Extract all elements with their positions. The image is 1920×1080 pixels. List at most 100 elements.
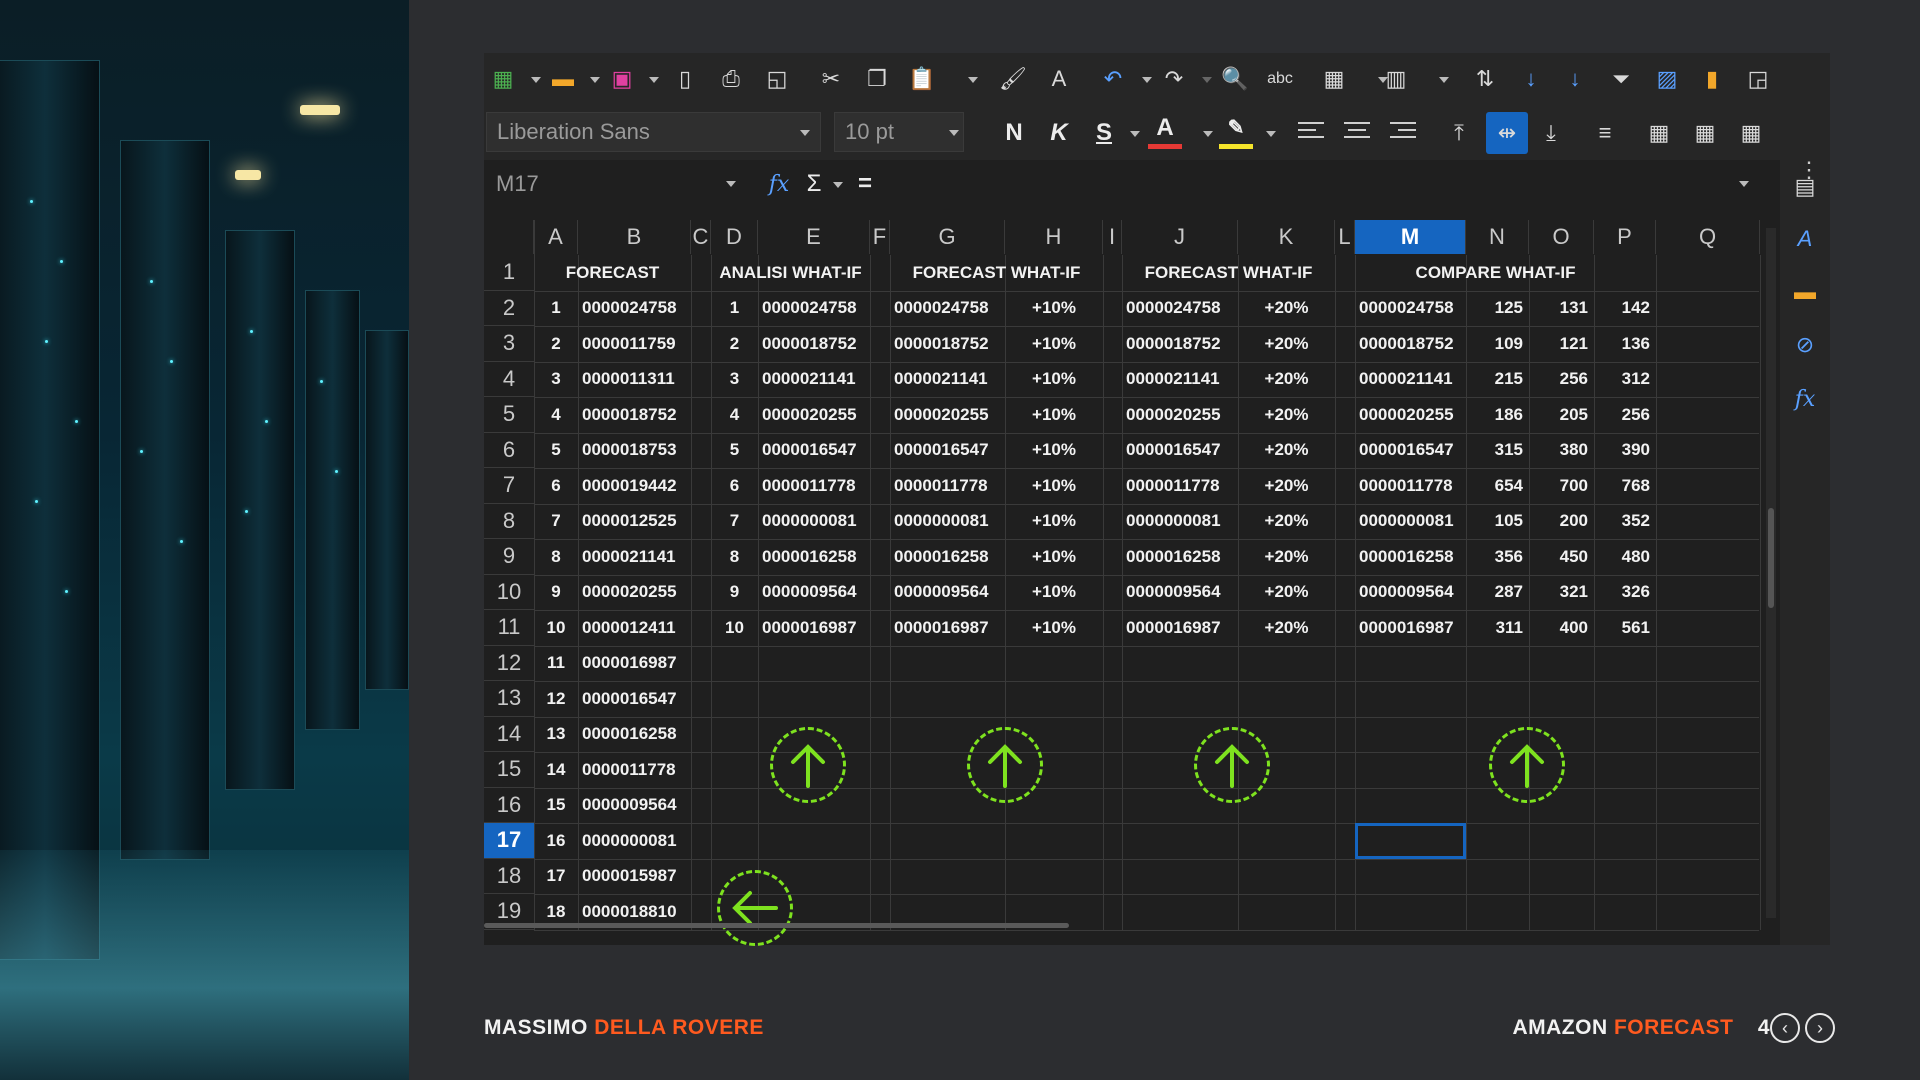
name-box-dropdown-icon[interactable]: [726, 181, 736, 187]
align-right-icon[interactable]: [1390, 122, 1416, 144]
cell-n11[interactable]: 311: [1466, 610, 1529, 646]
sort-descending-icon[interactable]: ↓: [1558, 62, 1592, 96]
cell-a5[interactable]: 4: [534, 397, 578, 433]
spreadsheet-grid[interactable]: A B C D E F G H I J K L M N O P Q 1 2 3 4 5 6 7 8 9 10 11 12 13 14 15 16…: [484, 208, 1830, 946]
cell-n6[interactable]: 315: [1466, 433, 1529, 469]
row-header-5[interactable]: 5: [484, 397, 534, 433]
cell-m7[interactable]: 0000011778: [1355, 468, 1466, 504]
header-forecast-what-if-20[interactable]: FORECAST WHAT-IF: [1122, 255, 1335, 291]
cell-o11[interactable]: 400: [1529, 610, 1594, 646]
cell-b8[interactable]: 0000012525: [578, 504, 691, 540]
paste-icon[interactable]: 📋: [905, 62, 939, 96]
cell-b6[interactable]: 0000018753: [578, 433, 691, 469]
insert-chart-icon[interactable]: ▮: [1695, 62, 1729, 96]
row-header-4[interactable]: 4: [484, 362, 534, 397]
cell-m2[interactable]: 0000024758: [1355, 291, 1466, 327]
cell-b12[interactable]: 0000016987: [578, 646, 691, 682]
save-icon[interactable]: ▣: [605, 62, 639, 96]
cell-m9[interactable]: 0000016258: [1355, 539, 1466, 575]
cell-a15[interactable]: 14: [534, 752, 578, 788]
horizontal-scrollbar[interactable]: [484, 923, 1069, 928]
cell-o10[interactable]: 321: [1529, 575, 1594, 611]
cell-b15[interactable]: 0000011778: [578, 752, 691, 788]
cell-n5[interactable]: 186: [1466, 397, 1529, 433]
column-header-b[interactable]: B: [578, 220, 691, 254]
row-header-10[interactable]: 10: [484, 575, 534, 610]
autofilter-icon[interactable]: ⏷: [1604, 62, 1638, 96]
cell-d9[interactable]: 8: [711, 539, 758, 575]
cell-b17[interactable]: 0000000081: [578, 823, 691, 859]
column-header-l[interactable]: L: [1335, 220, 1355, 254]
cell-a6[interactable]: 5: [534, 433, 578, 469]
cell-j2[interactable]: 0000024758: [1122, 291, 1238, 327]
cell-g3[interactable]: 0000018752: [890, 326, 1005, 362]
cell-a18[interactable]: 17: [534, 859, 578, 895]
cell-b10[interactable]: 0000020255: [578, 575, 691, 611]
navigator-icon[interactable]: ⊘: [1788, 328, 1822, 362]
cell-d4[interactable]: 3: [711, 362, 758, 398]
font-size-dropdown-icon[interactable]: [949, 130, 959, 136]
row-header-14[interactable]: 14: [484, 717, 534, 752]
cut-icon[interactable]: ✂: [814, 62, 848, 96]
cell-k4[interactable]: +20%: [1238, 362, 1335, 398]
cell-n10[interactable]: 287: [1466, 575, 1529, 611]
cell-h3[interactable]: +10%: [1005, 326, 1103, 362]
cell-j3[interactable]: 0000018752: [1122, 326, 1238, 362]
row-header-12[interactable]: 12: [484, 646, 534, 681]
cell-m5[interactable]: 0000020255: [1355, 397, 1466, 433]
header-analisi-what-if[interactable]: ANALISI WHAT-IF: [711, 255, 870, 291]
cell-m4[interactable]: 0000021141: [1355, 362, 1466, 398]
cell-g10[interactable]: 0000009564: [890, 575, 1005, 611]
column-header-j[interactable]: J: [1122, 220, 1238, 254]
cell-a17[interactable]: 16: [534, 823, 578, 859]
cell-p10[interactable]: 326: [1594, 575, 1656, 611]
cell-g4[interactable]: 0000021141: [890, 362, 1005, 398]
cell-o4[interactable]: 256: [1529, 362, 1594, 398]
name-box[interactable]: M17: [486, 165, 711, 203]
copy-icon[interactable]: ❐: [860, 62, 894, 96]
row-header-1[interactable]: 1: [484, 255, 534, 291]
next-slide-button[interactable]: ›: [1805, 1013, 1835, 1043]
font-name-dropdown-icon[interactable]: [800, 130, 810, 136]
cell-g5[interactable]: 0000020255: [890, 397, 1005, 433]
align-center-icon[interactable]: [1344, 122, 1370, 144]
cell-h7[interactable]: +10%: [1005, 468, 1103, 504]
new-dropdown-icon[interactable]: [531, 77, 541, 83]
cell-o7[interactable]: 700: [1529, 468, 1594, 504]
cell-b16[interactable]: 0000009564: [578, 788, 691, 824]
cell-a11[interactable]: 10: [534, 610, 578, 646]
cell-m11[interactable]: 0000016987: [1355, 610, 1466, 646]
row-header-16[interactable]: 16: [484, 788, 534, 823]
column-header-e[interactable]: E: [758, 220, 870, 254]
cell-h9[interactable]: +10%: [1005, 539, 1103, 575]
cell-j11[interactable]: 0000016987: [1122, 610, 1238, 646]
cell-j6[interactable]: 0000016547: [1122, 433, 1238, 469]
paste-dropdown-icon[interactable]: [968, 77, 978, 83]
cell-d5[interactable]: 4: [711, 397, 758, 433]
cell-k10[interactable]: +20%: [1238, 575, 1335, 611]
align-top-icon[interactable]: ⤒: [1442, 116, 1476, 150]
underline-button[interactable]: S: [1087, 113, 1121, 153]
cell-e6[interactable]: 0000016547: [758, 433, 870, 469]
sort-ascending-icon[interactable]: ↓: [1514, 62, 1548, 96]
select-all-corner[interactable]: [484, 220, 534, 254]
column-header-i[interactable]: I: [1103, 220, 1122, 254]
cell-j9[interactable]: 0000016258: [1122, 539, 1238, 575]
cell-a13[interactable]: 12: [534, 681, 578, 717]
functions-icon[interactable]: fx: [1788, 382, 1822, 416]
find-replace-icon[interactable]: 🔍: [1218, 62, 1252, 96]
column-header-h[interactable]: H: [1005, 220, 1103, 254]
italic-button[interactable]: K: [1042, 113, 1076, 153]
cell-k11[interactable]: +20%: [1238, 610, 1335, 646]
row-header-13[interactable]: 13: [484, 681, 534, 717]
header-compare-what-if[interactable]: COMPARE WHAT-IF: [1335, 255, 1656, 291]
undo-icon[interactable]: ↶: [1096, 62, 1130, 96]
pivot-table-icon[interactable]: ◲: [1741, 62, 1775, 96]
font-name-box[interactable]: Liberation Sans: [486, 112, 821, 152]
borders-icon[interactable]: ▦: [1688, 116, 1722, 150]
column-header-a[interactable]: A: [534, 220, 578, 254]
cell-e2[interactable]: 0000024758: [758, 291, 870, 327]
row-icon[interactable]: ▦: [1317, 62, 1351, 96]
save-dropdown-icon[interactable]: [649, 77, 659, 83]
highlight-dropdown-icon[interactable]: [1266, 131, 1276, 137]
